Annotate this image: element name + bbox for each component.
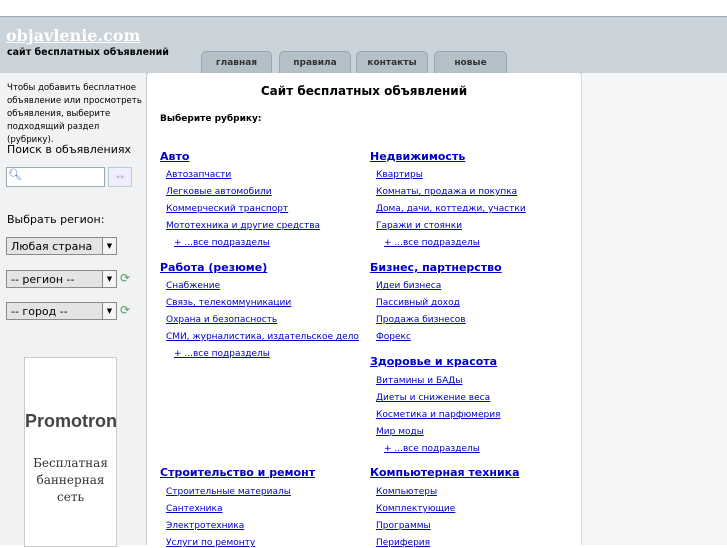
search-icon: 🔍︎ (8, 168, 22, 181)
region-heading: Выбрать регион: (7, 213, 105, 226)
subcategory-link[interactable]: Сантехника (166, 504, 222, 514)
banner-text: Бесплатная баннерная сеть (33, 456, 108, 504)
subcategory-link[interactable]: Мир моды (376, 427, 424, 437)
subcategory-link[interactable]: Электротехника (166, 521, 244, 531)
all-subsections-link[interactable]: + ...все подразделы (174, 238, 270, 248)
site-tagline: сайт бесплатных объявлений (7, 47, 169, 58)
region-select[interactable]: -- регион -- ▼ (6, 270, 117, 288)
subcategory-link[interactable]: Автозапчасти (166, 170, 231, 180)
refresh-icon[interactable]: ⟳ (120, 271, 130, 285)
chevron-down-icon: ▼ (102, 271, 116, 287)
subcategory-link[interactable]: Гаражи и стоянки (376, 221, 462, 231)
refresh-icon[interactable]: ⟳ (120, 303, 130, 317)
subcategory-link[interactable]: Легковые автомобили (166, 187, 272, 197)
subcategory-link[interactable]: Косметика и парфюмерия (376, 410, 500, 420)
subcategory-link[interactable]: Коммерческий транспорт (166, 204, 288, 214)
all-subsections-link[interactable]: + ...все подразделы (174, 349, 270, 359)
chevron-down-icon: ▼ (102, 303, 116, 319)
category-link[interactable]: Недвижимость (370, 150, 465, 163)
category-link[interactable]: Здоровье и красота (370, 355, 497, 368)
chevron-down-icon: ▼ (102, 238, 116, 254)
subcategory-link[interactable]: Компьютеры (376, 487, 437, 497)
site-header: objavlenie.com сайт бесплатных объявлени… (0, 16, 727, 74)
tab-home[interactable]: главная (201, 51, 272, 74)
all-subsections-link[interactable]: + ...все подразделы (384, 238, 480, 248)
category-link[interactable]: Авто (160, 150, 189, 163)
tab-contacts[interactable]: контакты (356, 51, 428, 74)
tab-new[interactable]: новые (434, 51, 507, 74)
category-link[interactable]: Работа (резюме) (160, 261, 267, 274)
right-sidebar (581, 73, 727, 545)
site-logo-link[interactable]: objavlenie.com (6, 26, 140, 45)
promo-banner[interactable]: Promotron Бесплатная баннерная сеть (24, 357, 117, 547)
category-link[interactable]: Бизнес, партнерство (370, 261, 502, 274)
subcategory-link[interactable]: Мототехника и другие средства (166, 221, 320, 231)
sidebar-intro: Чтобы добавить бесплатное объявление или… (7, 83, 142, 145)
search-heading: Поиск в объявлениях (7, 143, 131, 156)
country-select[interactable]: Любая страна ▼ (6, 237, 117, 255)
subcategory-link[interactable]: Снабжение (166, 281, 220, 291)
subcategory-link[interactable]: Программы (376, 521, 431, 531)
subcategory-link[interactable]: Продажа бизнесов (376, 315, 466, 325)
city-select-value: -- город -- (11, 305, 68, 318)
category-link[interactable]: Компьютерная техника (370, 466, 520, 479)
main-content: Сайт бесплатных объявлений Выберите рубр… (148, 73, 580, 548)
all-subsections-link[interactable]: + ...все подразделы (384, 444, 480, 454)
subcategory-link[interactable]: Периферия (376, 538, 430, 548)
city-select[interactable]: -- город -- ▼ (6, 302, 117, 320)
category-link[interactable]: Строительство и ремонт (160, 466, 315, 479)
subcategory-link[interactable]: Комнаты, продажа и покупка (376, 187, 517, 197)
choose-category-label: Выберите рубрику: (160, 114, 262, 124)
subcategory-link[interactable]: Форекс (376, 332, 411, 342)
search-input[interactable]: 🔍︎ (6, 167, 105, 187)
tab-rules[interactable]: правила (279, 51, 351, 74)
subcategory-link[interactable]: Комплектующие (376, 504, 455, 514)
subcategory-link[interactable]: Идеи бизнеса (376, 281, 441, 291)
subcategory-link[interactable]: Связь, телекоммуникации (166, 298, 291, 308)
subcategory-link[interactable]: Квартиры (376, 170, 423, 180)
region-select-value: -- регион -- (11, 273, 75, 286)
subcategory-link[interactable]: Услуги по ремонту (166, 538, 255, 548)
subcategory-link[interactable]: Витамины и БАДы (376, 376, 462, 386)
sidebar: Чтобы добавить бесплатное объявление или… (0, 73, 147, 547)
subcategory-link[interactable]: Охрана и безопасность (166, 315, 277, 325)
subcategory-link[interactable]: Диеты и снижение веса (376, 393, 490, 403)
banner-brand: Promotron (25, 411, 117, 431)
subcategory-link[interactable]: Строительные материалы (166, 487, 291, 497)
search-button[interactable]: »» (108, 167, 132, 187)
subcategory-link[interactable]: Пассивный доход (376, 298, 460, 308)
subcategory-link[interactable]: Дома, дачи, коттеджи, участки (376, 204, 526, 214)
subcategory-link[interactable]: СМИ, журналистика, издательское дело (166, 332, 359, 342)
page-title: Сайт бесплатных объявлений (260, 84, 468, 98)
country-select-value: Любая страна (11, 240, 93, 253)
